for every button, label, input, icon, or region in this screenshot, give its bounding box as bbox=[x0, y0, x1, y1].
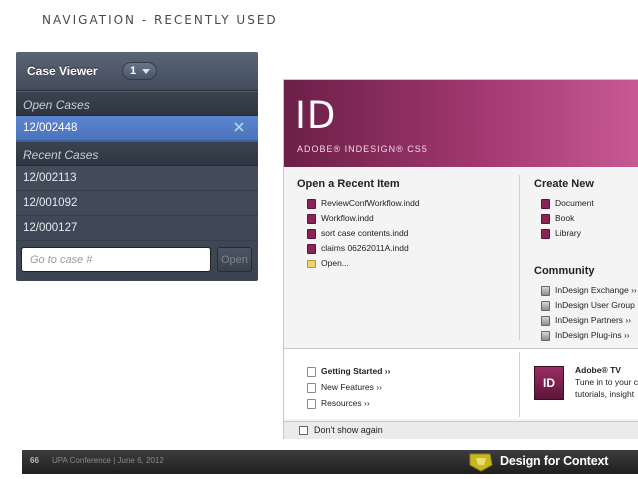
adobe-tv-title[interactable]: Adobe® TV bbox=[575, 364, 621, 376]
recent-case-item[interactable]: 12/001092 bbox=[16, 191, 258, 216]
open-recent-heading: Open a Recent Item bbox=[297, 178, 400, 190]
community-link[interactable]: InDesign User Group bbox=[541, 299, 635, 311]
community-icon bbox=[541, 315, 550, 326]
community-icon bbox=[541, 285, 550, 296]
indesign-banner: ID ADOBE® INDESIGN® CS5 bbox=[284, 80, 638, 167]
document-icon bbox=[307, 398, 316, 409]
dont-show-checkbox[interactable] bbox=[299, 426, 308, 435]
create-new-heading: Create New bbox=[534, 178, 594, 190]
indesign-welcome-screen: ID ADOBE® INDESIGN® CS5 Open a Recent It… bbox=[283, 79, 638, 439]
page-number: 66 bbox=[30, 456, 39, 465]
open-case-button[interactable]: Open bbox=[217, 247, 252, 272]
chevron-down-icon bbox=[142, 69, 150, 74]
document-icon bbox=[307, 382, 316, 393]
indesign-file-icon bbox=[307, 243, 316, 254]
case-number: 12/002448 bbox=[23, 122, 78, 134]
product-name: ADOBE® INDESIGN® CS5 bbox=[297, 144, 428, 154]
case-viewer-title: Case Viewer bbox=[27, 64, 98, 78]
community-link-label: InDesign Exchange ›› bbox=[555, 285, 637, 295]
community-link-label: InDesign Plug-ins ›› bbox=[555, 330, 630, 340]
adobe-tv-text: tutorials, insight bbox=[575, 389, 635, 399]
indesign-file-icon bbox=[307, 198, 316, 209]
community-link[interactable]: InDesign Plug-ins ›› bbox=[541, 329, 630, 341]
recent-file-item[interactable]: Workflow.indd bbox=[307, 212, 374, 224]
recent-file-item[interactable]: sort case contents.indd bbox=[307, 227, 408, 239]
community-link-label: InDesign User Group bbox=[555, 300, 635, 310]
create-item-label: Book bbox=[555, 213, 575, 223]
conference-info: UPA Conference | June 6, 2012 bbox=[52, 456, 164, 465]
recent-file-label: Workflow.indd bbox=[321, 213, 374, 223]
indesign-library-icon bbox=[541, 228, 550, 239]
open-file-item[interactable]: Open... bbox=[307, 257, 349, 269]
indesign-book-icon bbox=[541, 213, 550, 224]
indesign-file-icon bbox=[307, 228, 316, 239]
open-case-item[interactable]: 12/002448 bbox=[16, 116, 258, 141]
community-link[interactable]: InDesign Partners ›› bbox=[541, 314, 631, 326]
slide: NAVIGATION - RECENTLY USED Case Viewer 1… bbox=[0, 0, 638, 479]
create-document-item[interactable]: Document bbox=[541, 197, 594, 209]
recent-file-item[interactable]: claims 06262011A.indd bbox=[307, 242, 409, 254]
case-search-input[interactable]: Go to case # bbox=[21, 247, 211, 272]
resources-link[interactable]: Resources ›› bbox=[307, 397, 370, 409]
folder-icon bbox=[307, 259, 316, 268]
column-divider bbox=[519, 175, 520, 340]
case-viewer-header: Case Viewer 1 bbox=[16, 52, 258, 91]
open-file-label: Open... bbox=[321, 258, 349, 268]
help-link-label: Resources ›› bbox=[321, 398, 370, 408]
create-library-item[interactable]: Library bbox=[541, 227, 581, 239]
help-link-label: New Features ›› bbox=[321, 382, 382, 392]
close-icon[interactable] bbox=[232, 120, 246, 134]
recent-case-item[interactable]: 12/000127 bbox=[16, 216, 258, 241]
recent-cases-header: Recent Cases bbox=[16, 141, 258, 166]
recent-file-label: claims 06262011A.indd bbox=[321, 243, 409, 253]
slide-title: NAVIGATION - RECENTLY USED bbox=[42, 13, 278, 27]
slide-footer-bar: 66 UPA Conference | June 6, 2012 Design … bbox=[22, 450, 638, 474]
help-divider bbox=[519, 352, 520, 417]
open-cases-header: Open Cases bbox=[16, 91, 258, 116]
community-link-label: InDesign Partners ›› bbox=[555, 315, 632, 325]
community-link[interactable]: InDesign Exchange ›› bbox=[541, 284, 637, 296]
recent-case-item[interactable]: 12/002113 bbox=[16, 166, 258, 191]
brand-name: Design for Context bbox=[500, 454, 609, 468]
case-viewer-panel: Case Viewer 1 Open Cases 12/002448 Recen… bbox=[16, 52, 258, 281]
community-icon bbox=[541, 330, 550, 341]
adobe-tv-icon[interactable]: ID bbox=[534, 366, 564, 400]
indesign-file-icon bbox=[307, 213, 316, 224]
getting-started-link[interactable]: Getting Started ›› bbox=[307, 365, 390, 377]
document-icon bbox=[307, 366, 316, 377]
help-link-label: Getting Started ›› bbox=[321, 366, 391, 376]
create-book-item[interactable]: Book bbox=[541, 212, 574, 224]
community-icon bbox=[541, 300, 550, 311]
welcome-footer: Don't show again bbox=[284, 421, 638, 439]
create-item-label: Document bbox=[555, 198, 594, 208]
indesign-file-icon bbox=[541, 198, 550, 209]
brand-logo-icon bbox=[469, 453, 493, 472]
case-count-value: 1 bbox=[130, 65, 137, 77]
new-features-link[interactable]: New Features ›› bbox=[307, 381, 382, 393]
recent-file-label: sort case contents.indd bbox=[321, 228, 409, 238]
recent-file-label: ReviewConfWorkflow.indd bbox=[321, 198, 420, 208]
create-item-label: Library bbox=[555, 228, 581, 238]
adobe-tv-text: Tune in to your c bbox=[575, 377, 638, 387]
indesign-logo: ID bbox=[295, 94, 337, 137]
recent-file-item[interactable]: ReviewConfWorkflow.indd bbox=[307, 197, 420, 209]
dont-show-label: Don't show again bbox=[314, 425, 383, 435]
case-count-dropdown[interactable]: 1 bbox=[122, 62, 157, 80]
community-heading: Community bbox=[534, 265, 595, 277]
